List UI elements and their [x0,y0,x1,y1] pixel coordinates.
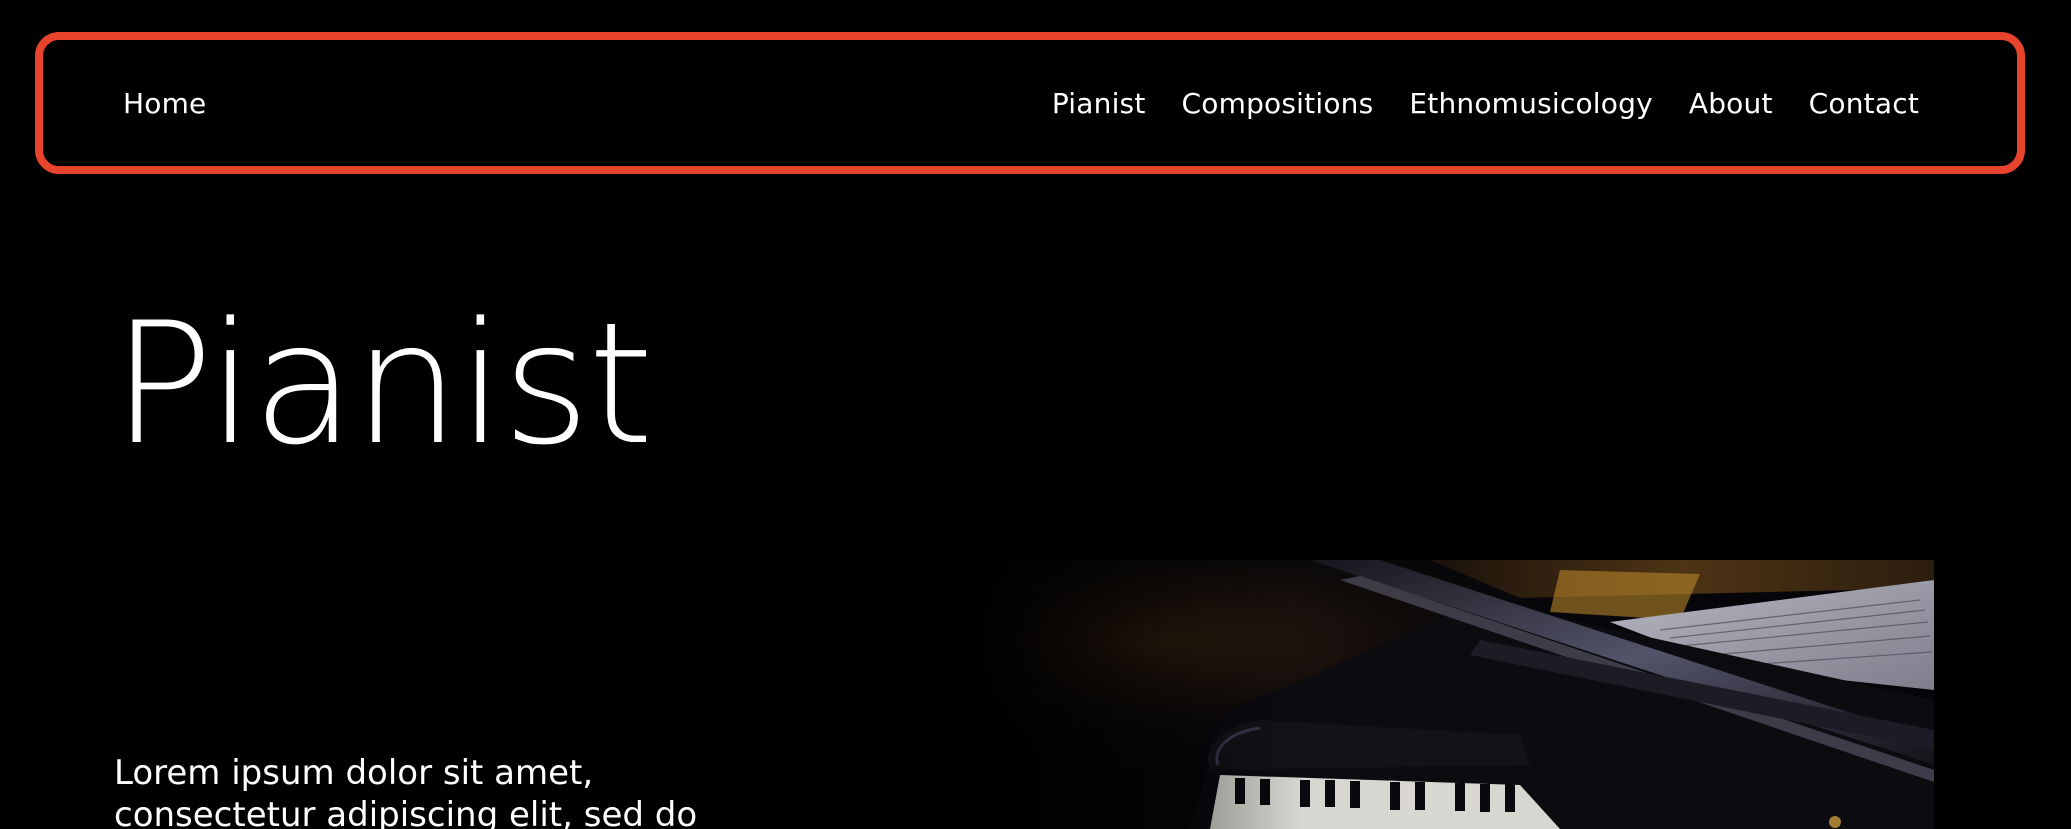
hero-description: Lorem ipsum dolor sit amet, consectetur … [114,753,698,829]
nav-link-contact[interactable]: Contact [1809,87,1919,120]
nav-home-link[interactable]: Home [123,87,207,120]
top-navigation-bar: Home Pianist Compositions Ethnomusicolog… [35,32,2025,174]
nav-link-pianist[interactable]: Pianist [1052,87,1146,120]
nav-link-ethnomusicology[interactable]: Ethnomusicology [1409,87,1652,120]
nav-links: Pianist Compositions Ethnomusicology Abo… [1052,87,1919,120]
nav-link-about[interactable]: About [1689,87,1773,120]
page: Home Pianist Compositions Ethnomusicolog… [0,0,2071,829]
nav-link-compositions[interactable]: Compositions [1182,87,1374,120]
page-title: Pianist [112,286,654,482]
grand-piano-photo [960,560,1934,829]
